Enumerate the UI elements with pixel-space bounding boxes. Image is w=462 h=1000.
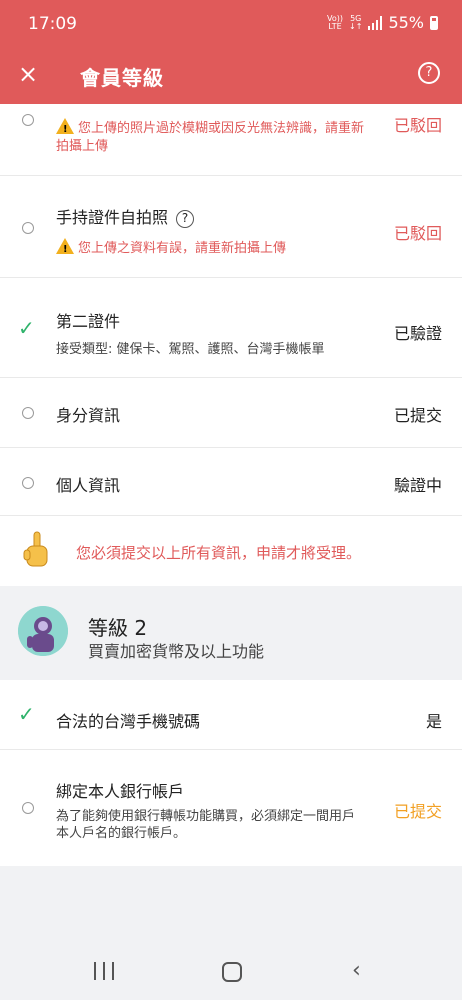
submission-notice: 您必須提交以上所有資訊，申請才將受理。	[0, 516, 462, 586]
recent-apps-icon[interactable]	[94, 962, 114, 980]
list-item-personal-info[interactable]: 個人資訊 驗證中	[0, 448, 462, 516]
warning-icon: !	[56, 238, 74, 255]
item-title: 第二證件	[56, 312, 121, 331]
list-item-second-id[interactable]: ✓ 第二證件 接受類型: 健保卡、駕照、護照、台灣手機帳單 已驗證	[0, 278, 462, 378]
pointing-finger-icon	[23, 531, 48, 567]
app-header: × 會員等級 ?	[0, 48, 462, 104]
radio-empty-icon	[22, 114, 34, 126]
status-time: 17:09	[28, 14, 77, 34]
level2-requirements: ✓ 合法的台灣手機號碼 是 綁定本人銀行帳戶 為了能夠使用銀行轉帳功能購買，必須…	[0, 680, 462, 866]
network-5g-icon: 5G ↓↑	[349, 13, 363, 31]
signal-icon	[368, 15, 383, 30]
status-yes: 是	[425, 712, 442, 731]
back-icon[interactable]: ‹	[352, 958, 361, 983]
warning-message: ! 您上傳之資料有誤，請重新拍攝上傳	[56, 238, 376, 258]
warning-icon: !	[56, 118, 74, 135]
list-item-bank-account[interactable]: 綁定本人銀行帳戶 為了能夠使用銀行轉帳功能購買，必須綁定一間用戶本人戶名的銀行帳…	[0, 750, 462, 866]
status-verified: 已驗證	[393, 324, 442, 343]
battery-icon	[430, 15, 438, 30]
battery-percent: 55%	[388, 13, 424, 32]
system-nav-bar: ‹	[0, 940, 462, 1000]
item-title: 合法的台灣手機號碼	[56, 712, 201, 731]
checkmark-icon: ✓	[18, 316, 35, 340]
status-verifying: 驗證中	[393, 476, 442, 495]
help-icon[interactable]: ?	[418, 62, 440, 84]
item-title: 綁定本人銀行帳戶	[56, 782, 185, 801]
list-item-selfie[interactable]: 手持證件自拍照? ! 您上傳之資料有誤，請重新拍攝上傳 已駁回	[0, 176, 462, 278]
list-item-photo[interactable]: ! 您上傳的照片過於模糊或因反光無法辨識，請重新拍攝上傳 已駁回	[0, 104, 462, 176]
close-icon[interactable]: ×	[14, 60, 42, 88]
checkmark-icon: ✓	[18, 702, 35, 726]
warning-message: ! 您上傳的照片過於模糊或因反光無法辨識，請重新拍攝上傳	[56, 118, 376, 156]
status-icons: Vo)) LTE 5G ↓↑ 55%	[327, 13, 438, 32]
item-title: 個人資訊	[56, 476, 121, 495]
info-icon[interactable]: ?	[176, 210, 195, 228]
radio-empty-icon	[22, 802, 34, 814]
level2-card: 等級 2 買賣加密貨幣及以上功能	[0, 586, 462, 680]
item-subtitle: 為了能夠使用銀行轉帳功能購買，必須綁定一間用戶本人戶名的銀行帳戶。	[56, 809, 356, 841]
level-title: 等級 2	[88, 616, 148, 640]
radio-empty-icon	[22, 222, 34, 234]
status-submitted: 已提交	[393, 802, 442, 821]
volte-icon: Vo)) LTE	[327, 13, 344, 31]
status-bar: 17:09 Vo)) LTE 5G ↓↑ 55%	[0, 0, 462, 48]
radio-empty-icon	[22, 477, 34, 489]
list-item-phone-number[interactable]: ✓ 合法的台灣手機號碼 是	[0, 680, 462, 750]
status-rejected: 已駁回	[393, 116, 442, 135]
item-title: 身分資訊	[56, 406, 121, 425]
page-title: 會員等級	[80, 66, 164, 90]
astronaut-avatar-icon	[18, 606, 68, 656]
notice-text: 您必須提交以上所有資訊，申請才將受理。	[76, 544, 362, 562]
status-submitted: 已提交	[393, 406, 442, 425]
level1-requirements: ! 您上傳的照片過於模糊或因反光無法辨識，請重新拍攝上傳 已駁回 手持證件自拍照?…	[0, 104, 462, 516]
radio-empty-icon	[22, 407, 34, 419]
list-item-identity-info[interactable]: 身分資訊 已提交	[0, 378, 462, 448]
item-title: 手持證件自拍照?	[56, 204, 195, 228]
home-icon[interactable]	[222, 962, 242, 982]
level-subtitle: 買賣加密貨幣及以上功能	[88, 642, 265, 661]
status-rejected: 已駁回	[393, 224, 442, 243]
item-subtitle: 接受類型: 健保卡、駕照、護照、台灣手機帳單	[56, 342, 325, 357]
